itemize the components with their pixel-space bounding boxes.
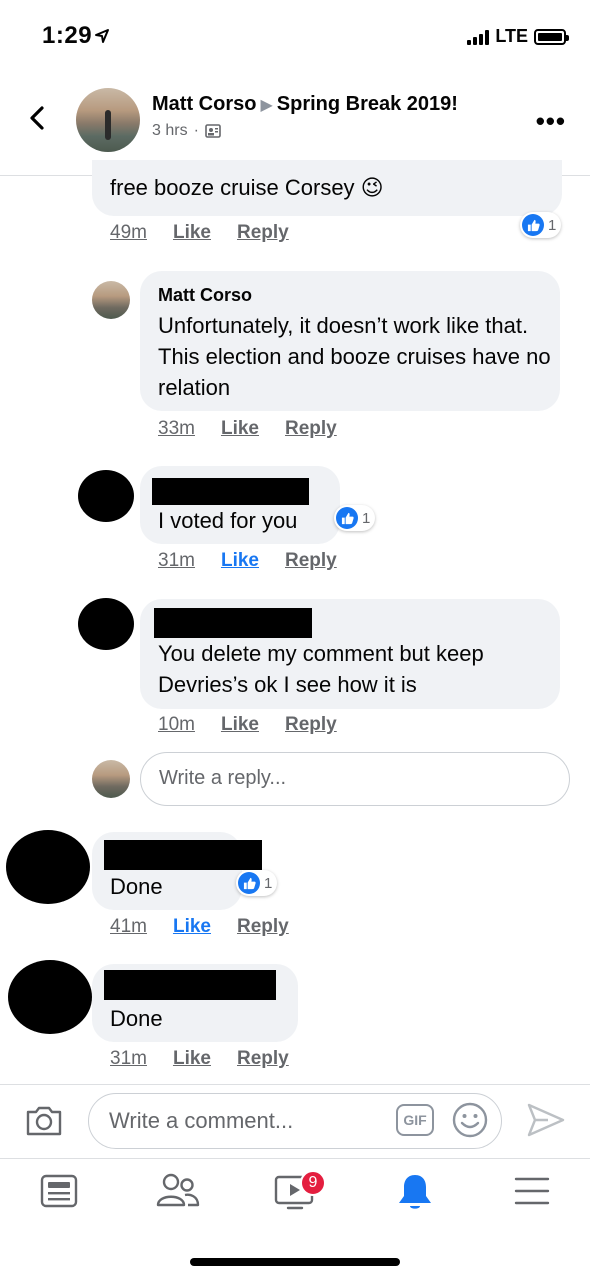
redacted-name	[104, 840, 262, 870]
reaction-number: 1	[362, 509, 371, 527]
more-options-button[interactable]: •••	[536, 106, 566, 137]
reaction-count[interactable]: 1	[334, 505, 376, 531]
reply-button[interactable]: Reply	[285, 550, 337, 572]
notifications-bell-icon[interactable]	[396, 1172, 434, 1212]
redacted-name	[152, 478, 309, 505]
like-button[interactable]: Like	[173, 222, 211, 244]
gif-button[interactable]: GIF	[396, 1104, 434, 1136]
emoji-icon[interactable]	[452, 1102, 488, 1138]
reaction-number: 1	[264, 874, 273, 892]
comment-actions: 10m Like Reply	[158, 714, 337, 736]
comment-time[interactable]: 41m	[110, 916, 147, 938]
comment-text: Done	[110, 874, 163, 899]
comment-actions: 31m Like Reply	[158, 550, 337, 572]
like-button[interactable]: Like	[221, 418, 259, 440]
comment-text: free booze cruise Corsey 😉	[110, 175, 384, 200]
battery-icon	[534, 28, 569, 45]
commenter-avatar[interactable]	[8, 960, 92, 1034]
commenter-avatar[interactable]	[78, 470, 134, 522]
author-name[interactable]: Matt Corso	[152, 93, 256, 115]
post-title[interactable]: Matt Corso ▶ Spring Break 2019!	[152, 93, 458, 116]
like-button[interactable]: Like	[221, 714, 259, 736]
commenter-name[interactable]: Matt Corso	[158, 285, 252, 306]
reply-button[interactable]: Reply	[285, 714, 337, 736]
commenter-avatar[interactable]	[6, 830, 90, 904]
home-indicator[interactable]	[190, 1258, 400, 1266]
reply-button[interactable]: Reply	[285, 418, 337, 440]
comment-text: You delete my comment but keep Devries’s…	[158, 641, 484, 697]
commenter-avatar[interactable]	[78, 598, 134, 650]
watch-notification-badge: 9	[300, 1170, 326, 1196]
comment-time[interactable]: 33m	[158, 418, 195, 440]
like-button[interactable]: Like	[173, 916, 211, 938]
comment-time[interactable]: 10m	[158, 714, 195, 736]
reply-button[interactable]: Reply	[237, 222, 289, 244]
reply-button[interactable]: Reply	[237, 1048, 289, 1070]
send-icon[interactable]	[526, 1102, 566, 1138]
reply-button[interactable]: Reply	[237, 916, 289, 938]
menu-icon[interactable]	[514, 1176, 550, 1206]
thumbs-up-icon	[522, 214, 544, 236]
location-arrow-icon	[95, 29, 109, 43]
redacted-name	[104, 970, 276, 1000]
group-privacy-icon	[205, 124, 221, 138]
like-button[interactable]: Like	[173, 1048, 211, 1070]
news-feed-icon[interactable]	[40, 1174, 78, 1208]
comment-actions: 33m Like Reply	[158, 418, 337, 440]
commenter-avatar[interactable]	[92, 281, 130, 319]
reaction-count[interactable]: 1	[236, 870, 278, 896]
camera-icon[interactable]	[24, 1104, 64, 1138]
post-time: 3 hrs	[152, 122, 188, 139]
post-meta: 3 hrs ·	[152, 122, 221, 140]
comment-text: I voted for you	[158, 508, 298, 533]
friends-icon[interactable]	[156, 1172, 200, 1208]
comment-actions: 49m Like Reply	[110, 222, 289, 244]
arrow-right-icon: ▶	[260, 97, 273, 114]
signal-icon	[467, 29, 490, 45]
comment-text: Unfortunately, it doesn’t work like that…	[158, 313, 551, 400]
comment-input[interactable]: Write a comment...	[88, 1093, 502, 1149]
group-name[interactable]: Spring Break 2019!	[277, 93, 458, 115]
comment-time[interactable]: 49m	[110, 222, 147, 244]
reaction-count[interactable]: 1	[520, 212, 562, 238]
status-right: LTE	[467, 26, 569, 47]
status-time: 1:29	[42, 22, 93, 49]
like-button[interactable]: Like	[221, 550, 259, 572]
comment-actions: 41m Like Reply	[110, 916, 289, 938]
comment-time[interactable]: 31m	[158, 550, 195, 572]
comment-text: Done	[110, 1006, 163, 1031]
redacted-name	[154, 608, 312, 638]
thumbs-up-icon	[238, 872, 260, 894]
reaction-number: 1	[548, 216, 557, 234]
author-avatar[interactable]	[76, 88, 140, 152]
comment-time[interactable]: 31m	[110, 1048, 147, 1070]
my-avatar	[92, 760, 130, 798]
back-arrow-icon[interactable]	[24, 104, 52, 132]
reply-input[interactable]: Write a reply...	[140, 752, 570, 806]
network-label: LTE	[495, 26, 528, 46]
thumbs-up-icon	[336, 507, 358, 529]
comment-actions: 31m Like Reply	[110, 1048, 289, 1070]
